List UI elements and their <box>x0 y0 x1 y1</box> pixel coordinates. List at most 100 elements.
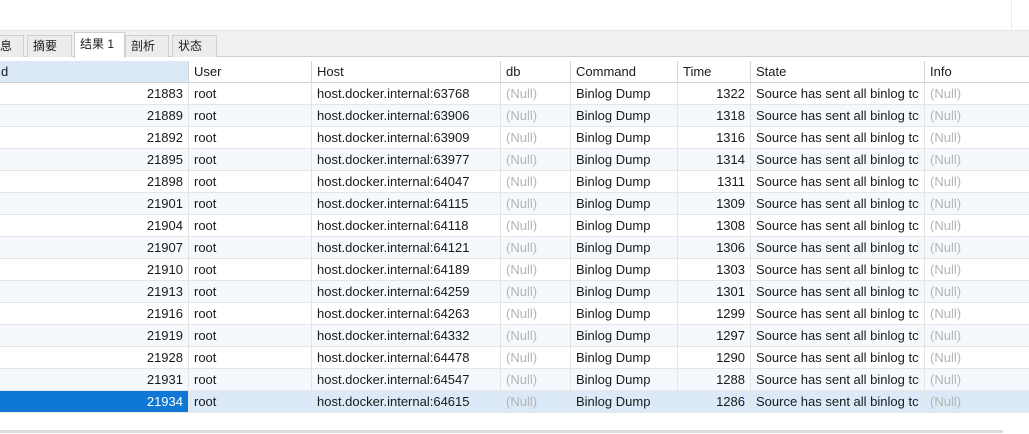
cell-state[interactable]: Source has sent all binlog tc <box>751 325 925 347</box>
column-header-db[interactable]: db <box>501 61 571 83</box>
cell-time[interactable]: 1306 <box>678 237 751 259</box>
cell-time[interactable]: 1309 <box>678 193 751 215</box>
table-row[interactable]: 21916 root host.docker.internal:64263 (Null… <box>0 303 1029 325</box>
cell-db[interactable]: (Null) <box>501 325 571 347</box>
cell-info[interactable]: (Null) <box>925 193 1029 215</box>
cell-db[interactable]: (Null) <box>501 83 571 105</box>
cell-time[interactable]: 1322 <box>678 83 751 105</box>
cell-id[interactable]: 21919 <box>0 325 189 347</box>
cell-command[interactable]: Binlog Dump <box>571 105 678 127</box>
cell-command[interactable]: Binlog Dump <box>571 391 678 413</box>
cell-host[interactable]: host.docker.internal:63906 <box>312 105 501 127</box>
cell-db[interactable]: (Null) <box>501 105 571 127</box>
cell-info[interactable]: (Null) <box>925 105 1029 127</box>
cell-id[interactable]: 21895 <box>0 149 189 171</box>
cell-state[interactable]: Source has sent all binlog tc <box>751 347 925 369</box>
column-header-id[interactable]: d <box>0 61 189 83</box>
cell-user[interactable]: root <box>189 171 312 193</box>
column-header-host[interactable]: Host <box>312 61 501 83</box>
table-row[interactable]: 21919 root host.docker.internal:64332 (Null… <box>0 325 1029 347</box>
cell-db[interactable]: (Null) <box>501 281 571 303</box>
cell-state[interactable]: Source has sent all binlog tc <box>751 259 925 281</box>
column-header-user[interactable]: User <box>189 61 312 83</box>
cell-user[interactable]: root <box>189 215 312 237</box>
cell-command[interactable]: Binlog Dump <box>571 347 678 369</box>
cell-time[interactable]: 1314 <box>678 149 751 171</box>
table-row[interactable]: 21883 root host.docker.internal:63768 (Null… <box>0 83 1029 105</box>
column-header-command[interactable]: Command <box>571 61 678 83</box>
cell-host[interactable]: host.docker.internal:64121 <box>312 237 501 259</box>
cell-state[interactable]: Source has sent all binlog tc <box>751 369 925 391</box>
cell-host[interactable]: host.docker.internal:64259 <box>312 281 501 303</box>
cell-db[interactable]: (Null) <box>501 259 571 281</box>
cell-id[interactable]: 21898 <box>0 171 189 193</box>
tab-info[interactable]: 息 <box>0 35 24 57</box>
cell-user[interactable]: root <box>189 127 312 149</box>
cell-id[interactable]: 21889 <box>0 105 189 127</box>
cell-db[interactable]: (Null) <box>501 215 571 237</box>
cell-info[interactable]: (Null) <box>925 259 1029 281</box>
cell-info[interactable]: (Null) <box>925 325 1029 347</box>
cell-state[interactable]: Source has sent all binlog tc <box>751 105 925 127</box>
cell-state[interactable]: Source has sent all binlog tc <box>751 303 925 325</box>
cell-db[interactable]: (Null) <box>501 303 571 325</box>
tab-summary[interactable]: 摘要 <box>27 35 72 57</box>
table-row[interactable]: 21904 root host.docker.internal:64118 (Null… <box>0 215 1029 237</box>
cell-db[interactable]: (Null) <box>501 347 571 369</box>
cell-info[interactable]: (Null) <box>925 303 1029 325</box>
cell-id[interactable]: 21901 <box>0 193 189 215</box>
cell-host[interactable]: host.docker.internal:64118 <box>312 215 501 237</box>
cell-user[interactable]: root <box>189 347 312 369</box>
cell-user[interactable]: root <box>189 391 312 413</box>
cell-info[interactable]: (Null) <box>925 171 1029 193</box>
cell-time[interactable]: 1311 <box>678 171 751 193</box>
cell-state[interactable]: Source has sent all binlog tc <box>751 83 925 105</box>
cell-command[interactable]: Binlog Dump <box>571 281 678 303</box>
cell-user[interactable]: root <box>189 303 312 325</box>
cell-command[interactable]: Binlog Dump <box>571 369 678 391</box>
cell-time[interactable]: 1286 <box>678 391 751 413</box>
cell-info[interactable]: (Null) <box>925 149 1029 171</box>
cell-db[interactable]: (Null) <box>501 369 571 391</box>
cell-host[interactable]: host.docker.internal:63768 <box>312 83 501 105</box>
cell-info[interactable]: (Null) <box>925 281 1029 303</box>
cell-db[interactable]: (Null) <box>501 149 571 171</box>
cell-info[interactable]: (Null) <box>925 127 1029 149</box>
cell-time[interactable]: 1303 <box>678 259 751 281</box>
cell-host[interactable]: host.docker.internal:63909 <box>312 127 501 149</box>
cell-info[interactable]: (Null) <box>925 215 1029 237</box>
cell-time[interactable]: 1290 <box>678 347 751 369</box>
cell-user[interactable]: root <box>189 193 312 215</box>
cell-db[interactable]: (Null) <box>501 391 571 413</box>
cell-time[interactable]: 1297 <box>678 325 751 347</box>
table-row[interactable]: 21895 root host.docker.internal:63977 (Null… <box>0 149 1029 171</box>
cell-user[interactable]: root <box>189 105 312 127</box>
cell-time[interactable]: 1308 <box>678 215 751 237</box>
cell-time[interactable]: 1299 <box>678 303 751 325</box>
table-row[interactable]: 21889 root host.docker.internal:63906 (Null… <box>0 105 1029 127</box>
table-row[interactable]: 21913 root host.docker.internal:64259 (Null… <box>0 281 1029 303</box>
cell-info[interactable]: (Null) <box>925 83 1029 105</box>
cell-state[interactable]: Source has sent all binlog tc <box>751 171 925 193</box>
table-row[interactable]: 21928 root host.docker.internal:64478 (Null… <box>0 347 1029 369</box>
cell-info[interactable]: (Null) <box>925 369 1029 391</box>
cell-state[interactable]: Source has sent all binlog tc <box>751 391 925 413</box>
cell-info[interactable]: (Null) <box>925 347 1029 369</box>
cell-id[interactable]: 21931 <box>0 369 189 391</box>
cell-host[interactable]: host.docker.internal:64047 <box>312 171 501 193</box>
cell-time[interactable]: 1301 <box>678 281 751 303</box>
cell-command[interactable]: Binlog Dump <box>571 303 678 325</box>
cell-command[interactable]: Binlog Dump <box>571 215 678 237</box>
cell-db[interactable]: (Null) <box>501 237 571 259</box>
cell-host[interactable]: host.docker.internal:64478 <box>312 347 501 369</box>
cell-id[interactable]: 21904 <box>0 215 189 237</box>
cell-info[interactable]: (Null) <box>925 391 1029 413</box>
tab-profile[interactable]: 剖析 <box>125 35 169 57</box>
cell-db[interactable]: (Null) <box>501 193 571 215</box>
cell-info[interactable]: (Null) <box>925 237 1029 259</box>
cell-host[interactable]: host.docker.internal:64332 <box>312 325 501 347</box>
cell-state[interactable]: Source has sent all binlog tc <box>751 237 925 259</box>
cell-id[interactable]: 21913 <box>0 281 189 303</box>
horizontal-scrollbar[interactable] <box>0 430 1003 433</box>
cell-command[interactable]: Binlog Dump <box>571 149 678 171</box>
